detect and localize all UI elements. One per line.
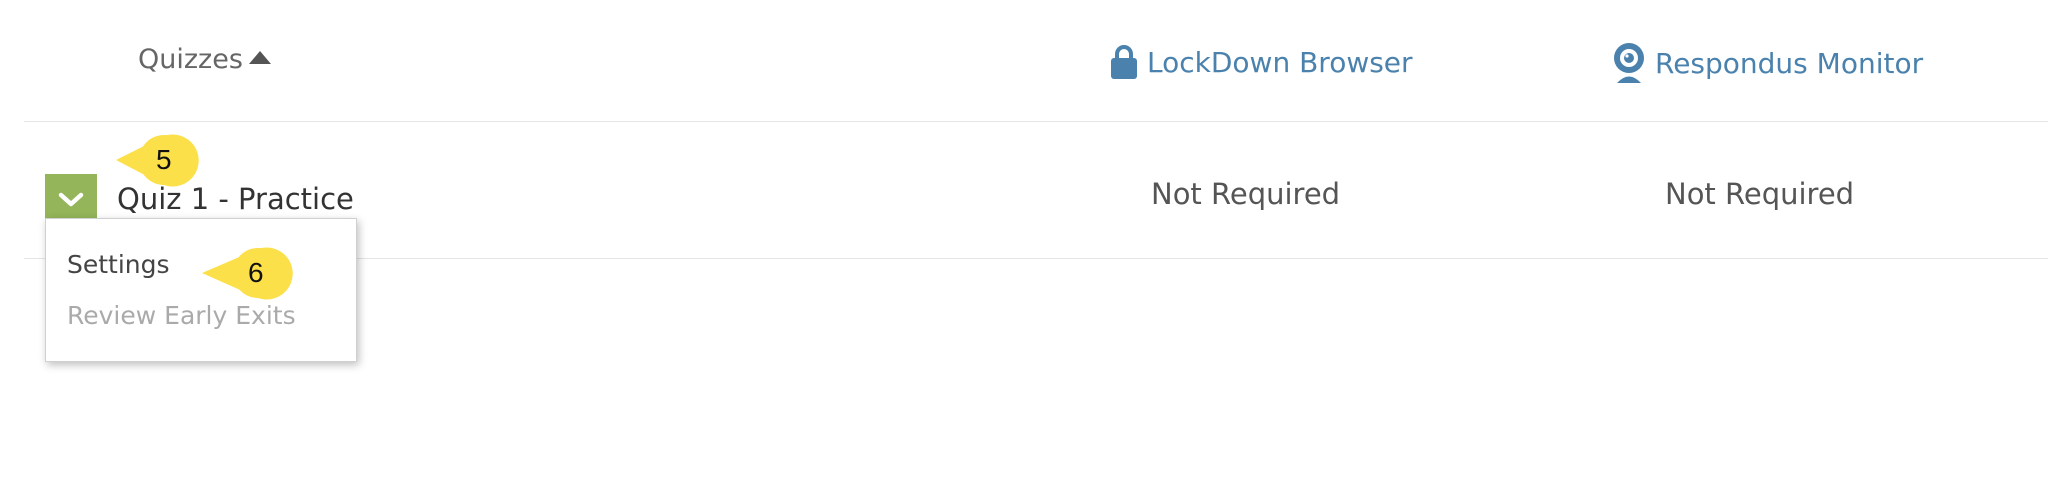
table-header-row: Quizzes LockDown Browser Respondus Monit… (24, 0, 2048, 122)
chevron-down-icon (58, 192, 84, 207)
lock-icon (1109, 44, 1139, 80)
menu-item-settings[interactable]: Settings (67, 250, 170, 279)
lockdown-status: Not Required (1151, 177, 1341, 211)
sort-up-icon (248, 51, 271, 64)
lockdown-browser-label: LockDown Browser (1147, 45, 1413, 79)
quizzes-column-header[interactable]: Quizzes (138, 44, 271, 75)
monitor-status: Not Required (1665, 177, 1855, 211)
quizzes-column-label: Quizzes (138, 44, 243, 75)
callout-5-label: 5 (156, 144, 172, 175)
respondus-monitor-column-header[interactable]: Respondus Monitor (1611, 42, 1923, 84)
page: Quizzes LockDown Browser Respondus Monit… (0, 0, 2048, 482)
webcam-icon (1611, 42, 1647, 84)
menu-item-review-early-exits[interactable]: Review Early Exits (67, 301, 296, 330)
lockdown-browser-column-header[interactable]: LockDown Browser (1109, 44, 1413, 80)
callout-6-label: 6 (248, 257, 264, 288)
respondus-monitor-label: Respondus Monitor (1655, 46, 1924, 80)
